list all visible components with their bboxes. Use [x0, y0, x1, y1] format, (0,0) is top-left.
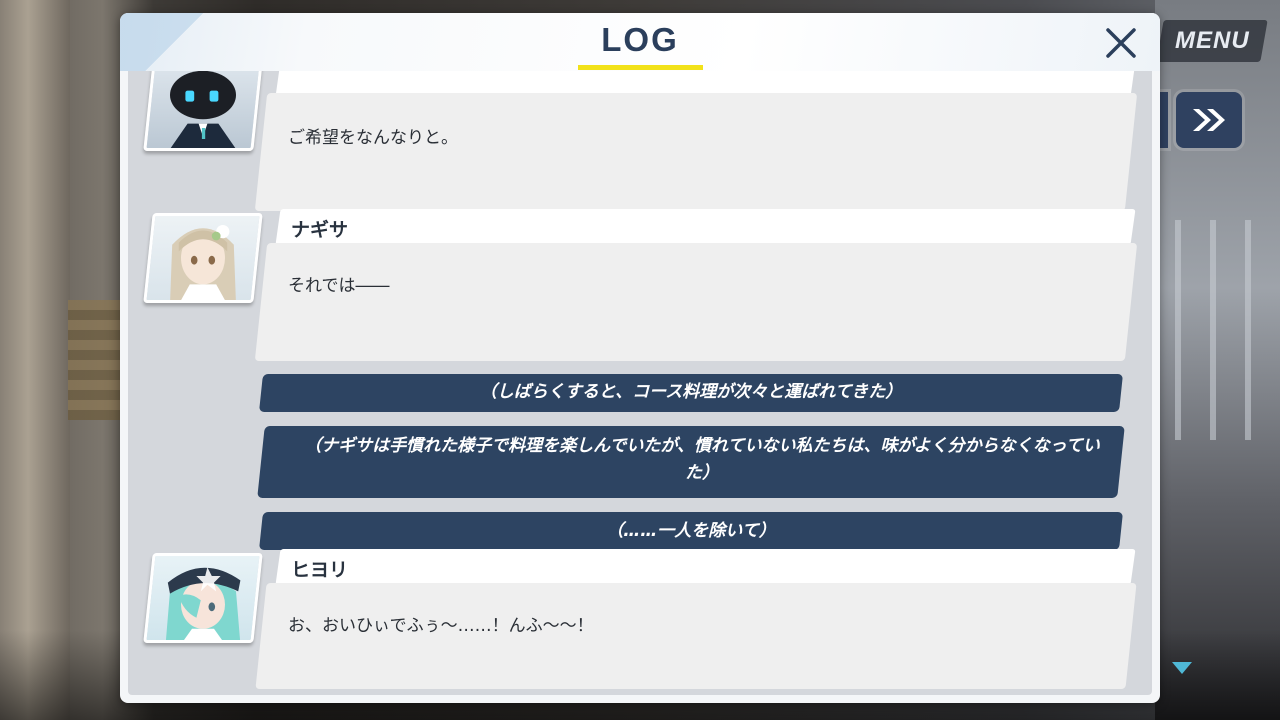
- speaker-name: ヒヨリ: [291, 559, 349, 581]
- hiyori-portrait-icon: [165, 567, 241, 643]
- menu-button[interactable]: MENU: [1156, 20, 1268, 62]
- background-pillar: [0, 0, 70, 720]
- menu-button-label: MENU: [1174, 27, 1250, 54]
- log-window: LOG ご希望をなんなりと。 ナギサ それでは―― （しばらくすると、コース料理…: [120, 13, 1160, 703]
- speaker-avatar: [143, 213, 263, 303]
- message-box: [254, 93, 1138, 211]
- message-text: それでは――: [288, 276, 390, 296]
- close-button[interactable]: [1095, 21, 1147, 65]
- robot-portrait-icon: [167, 71, 239, 151]
- narration-text: （しばらくすると、コース料理が次々と運ばれてきた）: [479, 382, 903, 402]
- speaker-name-box: [275, 209, 1136, 245]
- log-header: LOG: [120, 13, 1160, 71]
- log-title: LOG: [601, 21, 679, 58]
- speaker-avatar: [143, 553, 263, 643]
- log-list[interactable]: ご希望をなんなりと。 ナギサ それでは―― （しばらくすると、コース料理が次々と…: [128, 71, 1152, 695]
- scroll-down-icon[interactable]: [1172, 662, 1192, 674]
- message-text: ご希望をなんなりと。: [288, 128, 458, 148]
- speaker-name: ナギサ: [291, 219, 349, 241]
- narration-text: （……一人を除いて）: [606, 521, 776, 541]
- background-shelf: [68, 300, 123, 420]
- skip-button[interactable]: [1176, 92, 1242, 148]
- narration-text: （ナギサは手慣れた様子で料理を楽しんでいたが、慣れていない私たちは、味がよく分か…: [304, 436, 1100, 483]
- message-box: [254, 243, 1138, 361]
- message-box: [255, 583, 1137, 689]
- title-underline: [578, 65, 703, 70]
- fast-forward-icon: [1193, 109, 1225, 131]
- close-x-icon: [1106, 28, 1136, 58]
- message-text: お、おいひぃでふぅ～……！んふ～～！: [288, 616, 594, 636]
- nagisa-portrait-icon: [169, 225, 237, 303]
- speaker-name-box: [275, 549, 1136, 585]
- speaker-avatar: [143, 71, 263, 151]
